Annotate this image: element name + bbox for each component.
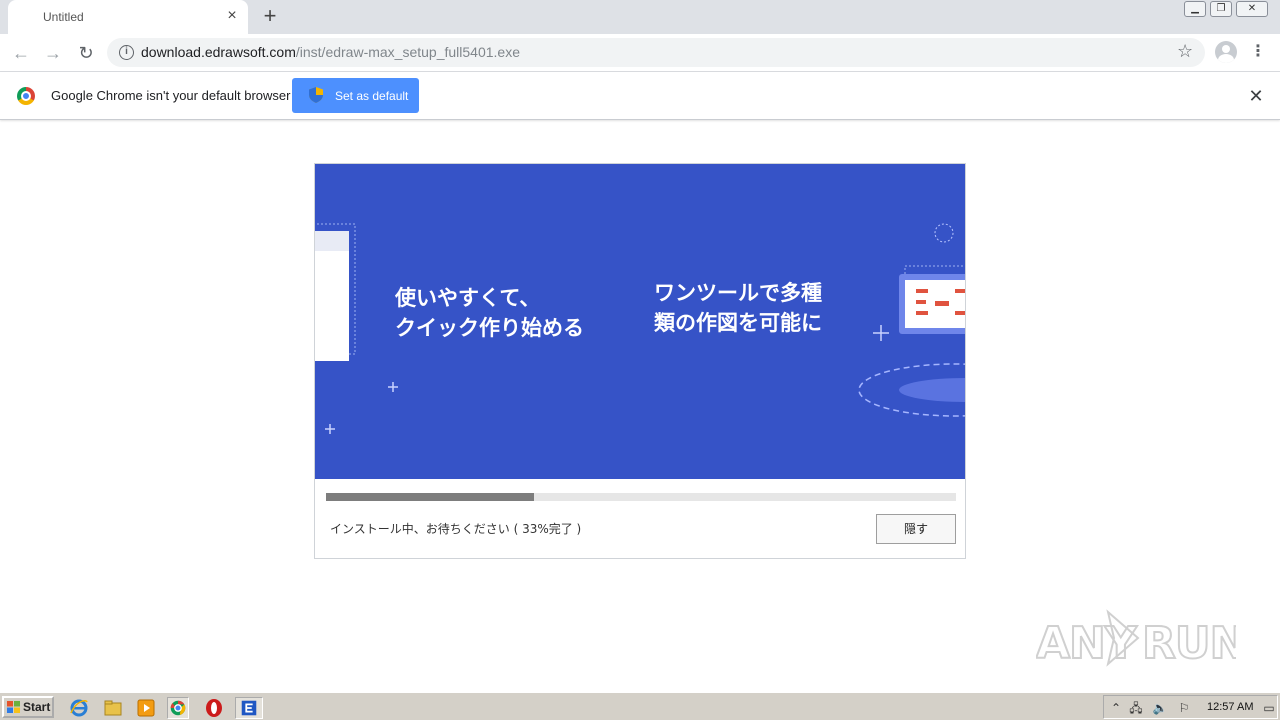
url-text[interactable]: download.edrawsoft.com/inst/edraw-max_se… <box>141 44 520 60</box>
tray-expand-icon[interactable]: ⌃ <box>1108 700 1124 716</box>
address-bar[interactable]: i download.edrawsoft.com/inst/edraw-max_… <box>107 38 1205 67</box>
install-progress-fill <box>326 493 534 501</box>
back-arrow-icon[interactable]: ← <box>10 42 32 64</box>
window-close-icon[interactable]: ✕ <box>1236 1 1268 17</box>
internet-explorer-icon[interactable] <box>68 697 90 719</box>
reload-icon[interactable]: ↻ <box>75 42 97 64</box>
install-status-text: インストール中、お待ちください ( 33%完了 ) <box>330 522 582 536</box>
anyrun-watermark-logo: ANY RUN <box>1036 609 1236 670</box>
bookmark-star-icon[interactable]: ☆ <box>1177 41 1193 62</box>
infobar-message: Google Chrome isn't your default browser <box>51 88 291 103</box>
banner-right-line2: 類の作図を可能に <box>654 311 822 335</box>
start-button[interactable]: Start <box>2 696 54 718</box>
install-progress-bar <box>326 493 956 501</box>
system-tray: ⌃ 🖧 🔈 ⚐ 12:57 AM ▭ <box>1103 695 1278 719</box>
file-explorer-icon[interactable] <box>102 697 124 719</box>
tab-close-icon[interactable]: × <box>224 8 240 24</box>
start-label: Start <box>23 700 51 714</box>
browser-toolbar: ← → ↻ i download.edrawsoft.com/inst/edra… <box>0 34 1280 72</box>
restore-icon[interactable]: ❐ <box>1210 1 1232 17</box>
browser-tab[interactable]: Untitled × <box>8 0 248 34</box>
banner-right-line1: ワンツールで多種 <box>654 281 822 305</box>
taskbar-clock[interactable]: 12:57 AM <box>1207 701 1253 713</box>
url-path: /inst/edraw-max_setup_full5401.exe <box>295 44 521 60</box>
edraw-installer-taskbar-icon[interactable] <box>235 697 263 719</box>
tab-title: Untitled <box>43 10 84 24</box>
installer-dialog: 使いやすくて、 クイック作り始める ワンツールで多種 類の作図を可能に インスト… <box>314 163 966 559</box>
chrome-logo-icon <box>17 87 35 105</box>
info-icon[interactable]: i <box>119 45 134 60</box>
show-desktop-icon[interactable]: ▭ <box>1261 700 1277 716</box>
set-as-default-label: Set as default <box>335 89 409 103</box>
windows-taskbar: Start ⌃ 🖧 🔈 ⚐ 12:57 AM ▭ <box>0 692 1280 720</box>
uac-shield-icon <box>309 87 323 103</box>
svg-text:RUN: RUN <box>1142 618 1236 669</box>
default-browser-infobar: Google Chrome isn't your default browser… <box>0 72 1280 120</box>
infobar-close-icon[interactable]: ✕ <box>1246 86 1266 106</box>
volume-icon[interactable]: 🔈 <box>1152 700 1168 716</box>
banner-left-line2: クイック作り始める <box>395 316 584 340</box>
hide-button[interactable]: 隠す <box>876 514 956 544</box>
profile-avatar-icon[interactable] <box>1215 41 1237 63</box>
windows-flag-icon <box>7 701 20 713</box>
action-center-flag-icon[interactable]: ⚐ <box>1176 700 1192 716</box>
banner-left-text: 使いやすくて、 クイック作り始める <box>395 283 584 343</box>
network-icon[interactable]: 🖧 <box>1128 700 1144 716</box>
opera-icon[interactable] <box>203 697 225 719</box>
media-player-icon[interactable] <box>135 697 157 719</box>
new-tab-plus-icon[interactable]: + <box>259 5 281 27</box>
banner-left-line1: 使いやすくて、 <box>395 286 541 310</box>
url-host: download.edrawsoft.com <box>141 44 296 60</box>
tab-strip: Untitled × + ▁ ❐ ✕ <box>0 0 1280 34</box>
forward-arrow-icon[interactable]: → <box>42 42 64 64</box>
kebab-menu-icon[interactable]: ⋮ <box>1250 41 1266 63</box>
chrome-taskbar-icon[interactable] <box>167 697 189 719</box>
minimize-icon[interactable]: ▁ <box>1184 1 1206 17</box>
installer-banner: 使いやすくて、 クイック作り始める ワンツールで多種 類の作図を可能に <box>315 164 965 479</box>
banner-right-text: ワンツールで多種 類の作図を可能に <box>654 278 822 338</box>
set-as-default-button[interactable]: Set as default <box>292 78 419 113</box>
